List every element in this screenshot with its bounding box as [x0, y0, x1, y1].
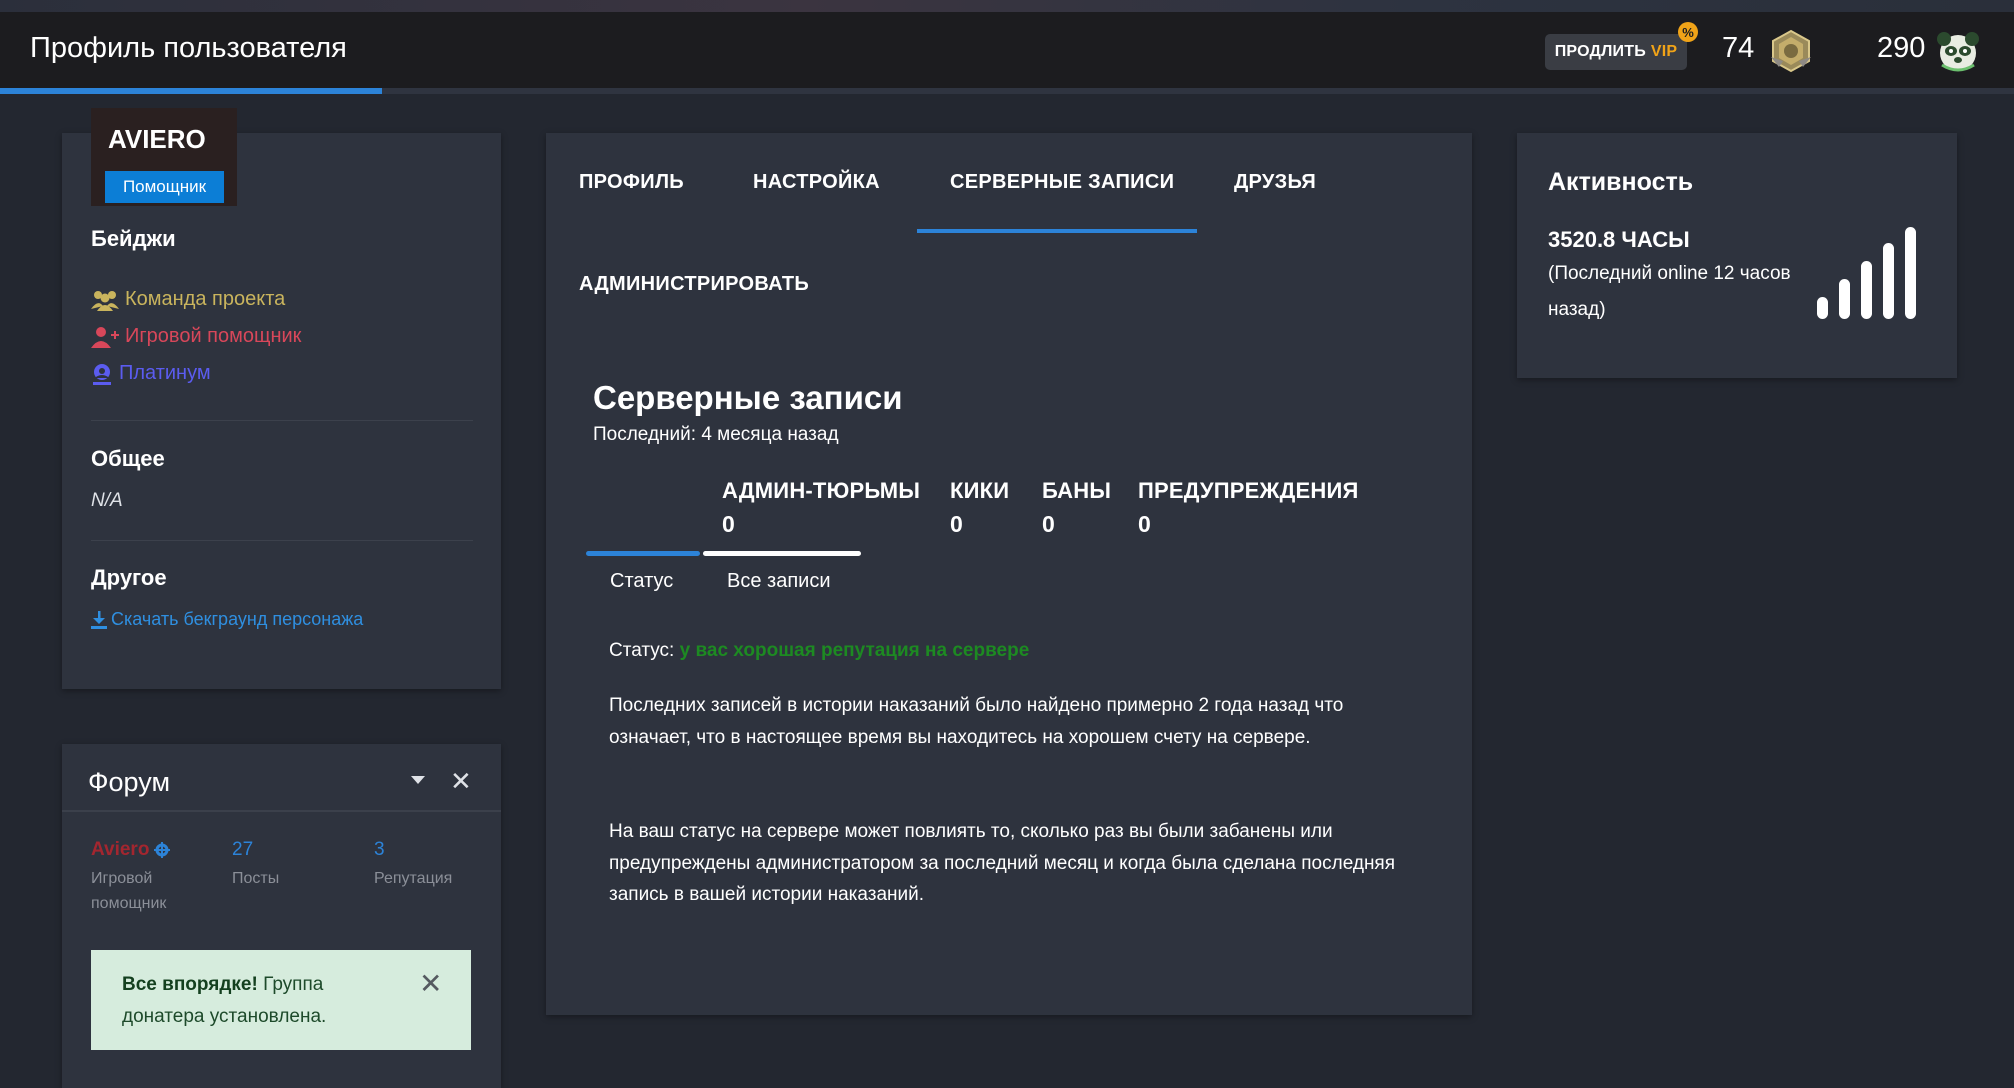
activity-last-online: (Последний online 12 часов назад) [1548, 263, 1791, 320]
counter-kicks-value: 0 [950, 511, 963, 537]
general-value: N/A [91, 490, 123, 511]
rank-medal-icon[interactable] [1767, 27, 1815, 80]
forum-posts-value: 27 [232, 839, 254, 860]
page-header: Профиль пользователя [0, 12, 2014, 88]
status-label: Статус: [609, 640, 675, 661]
panda-avatar-icon[interactable] [1934, 27, 1982, 80]
general-heading: Общее [91, 446, 165, 471]
tab-settings[interactable]: НАСТРОЙКА [753, 171, 880, 194]
counter-bans-value: 0 [1042, 511, 1055, 537]
status-line: Статус: у вас хорошая репутация на серве… [609, 640, 1029, 662]
forum-reputation-label: Репутация [374, 870, 453, 887]
profile-card [62, 133, 501, 689]
forum-heading: Форум [88, 767, 171, 797]
activity-hours: 3520.8 ЧАСЫ [1548, 227, 1690, 252]
profile-role-badge: Помощник [105, 171, 224, 203]
subtab-status-indicator [586, 551, 700, 556]
download-background-link[interactable]: Скачать бекграунд персонажа [91, 609, 363, 630]
records-last-update: Последний: 4 месяца назад [593, 424, 839, 445]
badge-game-helper: Игровой помощник [91, 325, 301, 348]
counter-jail-label: АДМИН-ТЮРЬМЫ [722, 478, 921, 503]
points-count: 290 [1877, 32, 1926, 64]
counter-bans-label: БАНЫ [1042, 478, 1112, 503]
success-alert: Все впорядке! Группа донатера установлен… [91, 950, 471, 1050]
forum-username[interactable]: Aviero [91, 839, 171, 861]
header-progress-bar [0, 88, 382, 94]
page-title: Профиль пользователя [30, 32, 347, 64]
download-icon [91, 610, 107, 629]
alert-close-icon[interactable]: ✕ [419, 967, 442, 1000]
counter-warnings-label: ПРЕДУПРЕЖДЕНИЯ [1138, 478, 1359, 503]
vip-button-word: VIP [1650, 43, 1678, 60]
user-circle-icon [93, 363, 111, 385]
subtab-all-records[interactable]: Все записи [727, 570, 831, 593]
forum-username-label: Aviero [91, 839, 150, 860]
tab-friends[interactable]: ДРУЗЬЯ [1234, 171, 1316, 194]
status-value: у вас хорошая репутация на сервере [674, 640, 1030, 661]
badge-platinum: Платинум [91, 362, 211, 385]
vip-button-prefix: ПРОДЛИТЬ [1554, 43, 1646, 60]
gear-icon [154, 842, 171, 858]
section-divider [91, 420, 473, 421]
activity-heading: Активность [1548, 168, 1694, 196]
records-paragraph-2: На ваш статус на сервере может повлиять … [609, 821, 1396, 905]
users-group-icon [91, 290, 119, 311]
counter-warnings-value: 0 [1138, 511, 1151, 537]
profile-username: AVIERO [108, 124, 206, 154]
counter-kicks-label: КИКИ [950, 478, 1010, 503]
close-icon[interactable]: ✕ [450, 766, 472, 797]
vip-discount-badge: % [1678, 22, 1698, 42]
chevron-down-icon[interactable] [410, 773, 426, 791]
badge-label: Платинум [119, 362, 211, 384]
badge-label: Игровой помощник [125, 325, 302, 347]
forum-user-role: Игровой помощник [91, 870, 167, 912]
extend-vip-button[interactable]: ПРОДЛИТЬ VIP [1545, 34, 1687, 70]
counter-jail-value: 0 [722, 511, 735, 537]
records-paragraph-1: Последних записей в истории наказаний бы… [609, 695, 1344, 748]
user-plus-icon [91, 326, 119, 348]
badges-heading: Бейджи [91, 226, 176, 251]
tab-administrate[interactable]: АДМИНИСТРИРОВАТЬ [579, 273, 809, 296]
badge-label: Команда проекта [125, 288, 286, 310]
top-banner-strip [0, 0, 2014, 12]
subtab-all-indicator [703, 551, 861, 556]
coins-count: 74 [1722, 32, 1755, 64]
subtab-status[interactable]: Статус [610, 570, 673, 593]
section-divider [91, 540, 473, 541]
forum-posts-label: Посты [232, 870, 280, 887]
alert-title: Все впорядке! [122, 974, 258, 995]
forum-reputation-value: 3 [374, 839, 385, 860]
tab-server-records[interactable]: СЕРВЕРНЫЕ ЗАПИСИ [950, 171, 1174, 194]
download-link-label: Скачать бекграунд персонажа [111, 609, 364, 629]
other-heading: Другое [91, 565, 167, 590]
records-title: Серверные записи [593, 379, 903, 416]
badge-project-team: Команда проекта [91, 288, 285, 311]
active-tab-indicator [917, 229, 1197, 233]
tab-profile[interactable]: ПРОФИЛЬ [579, 171, 684, 194]
